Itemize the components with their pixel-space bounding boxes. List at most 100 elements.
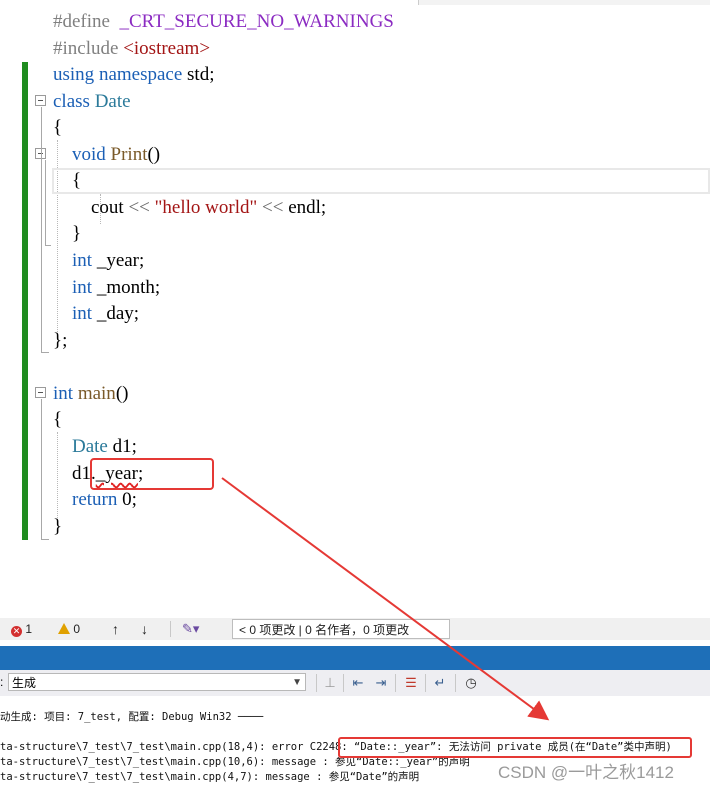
code-token: <iostream>: [123, 38, 211, 59]
code-token: Date: [94, 91, 131, 112]
code-token: {: [53, 409, 63, 430]
code-token: return: [72, 489, 118, 510]
code-token: cout: [53, 197, 129, 218]
code-token: d1;: [107, 436, 137, 457]
fold-toggle-icon[interactable]: [35, 387, 46, 398]
code-changes-indicator[interactable]: < 0 项更改 | 0 名作者，0 项更改: [232, 619, 450, 639]
code-token: }: [53, 223, 82, 244]
find-previous-message-icon[interactable]: ⇤: [350, 675, 366, 691]
code-token: "hello world": [154, 197, 258, 218]
code-line[interactable]: }: [53, 221, 81, 247]
previous-issue-button[interactable]: ↑: [112, 621, 119, 637]
code-cleanup-brush-icon[interactable]: ✎▾: [182, 621, 199, 637]
code-token: int: [72, 250, 93, 271]
code-line[interactable]: cout << "hello world" << endl;: [53, 195, 326, 221]
code-token: int: [72, 277, 93, 298]
clear-output-icon[interactable]: ⊥: [322, 675, 338, 691]
output-panel-header: [0, 646, 710, 670]
code-token: std;: [182, 64, 215, 85]
code-token: namespace: [98, 64, 183, 85]
output-line: 动生成: 项目: 7_test, 配置: Debug Win32 ────: [0, 711, 264, 723]
divider: [455, 674, 456, 692]
code-token: class: [53, 91, 90, 112]
code-token: _CRT_SECURE_NO_WARNINGS: [119, 11, 394, 32]
output-toolbar: : 生成 ▼ ⊥ ⇤ ⇥ ☰ ↵ ◷: [0, 670, 710, 696]
divider: [343, 674, 344, 692]
code-token: int: [53, 383, 74, 404]
code-editor[interactable]: #define _CRT_SECURE_NO_WARNINGS #include …: [0, 0, 710, 612]
code-token: Print: [110, 144, 148, 165]
output-source-select[interactable]: 生成 ▼: [8, 673, 306, 691]
code-token: };: [53, 330, 68, 351]
divider: [425, 674, 426, 692]
code-token: Date: [72, 436, 108, 457]
fold-line: [45, 245, 51, 246]
error-icon: ✕: [11, 626, 22, 637]
next-issue-button[interactable]: ↓: [141, 621, 148, 637]
code-line[interactable]: void Print(): [53, 142, 160, 168]
code-token: 0;: [117, 489, 137, 510]
code-line[interactable]: {: [53, 168, 81, 194]
fold-line: [41, 539, 49, 540]
code-token: <<: [128, 197, 150, 218]
warning-icon: [58, 623, 70, 634]
code-token: {: [53, 170, 82, 191]
watermark: CSDN @一叶之秋1412: [498, 763, 674, 782]
code-line[interactable]: Date d1;: [53, 434, 137, 460]
code-line[interactable]: class Date: [53, 89, 131, 115]
code-token: <<: [262, 197, 284, 218]
code-token: _year;: [92, 250, 145, 271]
error-count[interactable]: ✕ 1: [11, 621, 32, 637]
current-line-highlight: [52, 168, 710, 194]
code-line[interactable]: {: [53, 115, 62, 141]
editor-status-strip: ✕ 1 0 ↑ ↓ ✎▾ < 0 项更改 | 0 名作者，0 项更改: [0, 618, 710, 640]
code-line[interactable]: return 0;: [53, 487, 137, 513]
code-line[interactable]: int main(): [53, 381, 128, 407]
code-line[interactable]: {: [53, 407, 62, 433]
code-line[interactable]: };: [53, 328, 67, 354]
code-line[interactable]: #include <iostream>: [53, 36, 210, 62]
code-token: _month;: [92, 277, 161, 298]
divider: [316, 674, 317, 692]
code-token: _day;: [92, 303, 140, 324]
code-token: {: [53, 117, 63, 138]
code-line[interactable]: int _month;: [53, 275, 160, 301]
fold-line: [41, 352, 49, 353]
code-token: (): [147, 144, 161, 165]
fold-line: [41, 107, 42, 352]
code-token: }: [53, 516, 63, 537]
timestamp-clock-icon[interactable]: ◷: [463, 675, 479, 691]
divider: [395, 674, 396, 692]
chevron-down-icon: ▼: [292, 677, 302, 688]
code-line[interactable]: int _year;: [53, 248, 144, 274]
code-token: void: [72, 144, 106, 165]
code-line[interactable]: }: [53, 514, 62, 540]
code-line[interactable]: using namespace std;: [53, 62, 214, 88]
warning-count[interactable]: 0: [58, 621, 80, 637]
error-highlight-box: [90, 458, 214, 490]
code-token: (): [115, 383, 129, 404]
code-token: #include: [53, 38, 124, 59]
fold-toggle-icon[interactable]: [35, 95, 46, 106]
code-line[interactable]: #define _CRT_SECURE_NO_WARNINGS: [53, 9, 394, 35]
code-token: #define: [53, 11, 120, 32]
fold-line: [45, 160, 46, 245]
code-token: endl;: [283, 197, 327, 218]
word-wrap-icon[interactable]: ↵: [432, 675, 448, 691]
clear-all-icon[interactable]: ☰: [403, 675, 419, 691]
code-line[interactable]: int _day;: [53, 301, 139, 327]
code-token: main: [77, 383, 116, 404]
fold-line: [41, 399, 42, 539]
show-output-from-colon: :: [0, 675, 4, 689]
find-next-message-icon[interactable]: ⇥: [373, 675, 389, 691]
divider: [170, 621, 171, 637]
output-line[interactable]: ta-structure\7_test\7_test\main.cpp(4,7)…: [0, 770, 419, 785]
tab-strip-edge: [418, 0, 710, 5]
error-message-highlight-box: [338, 737, 692, 758]
